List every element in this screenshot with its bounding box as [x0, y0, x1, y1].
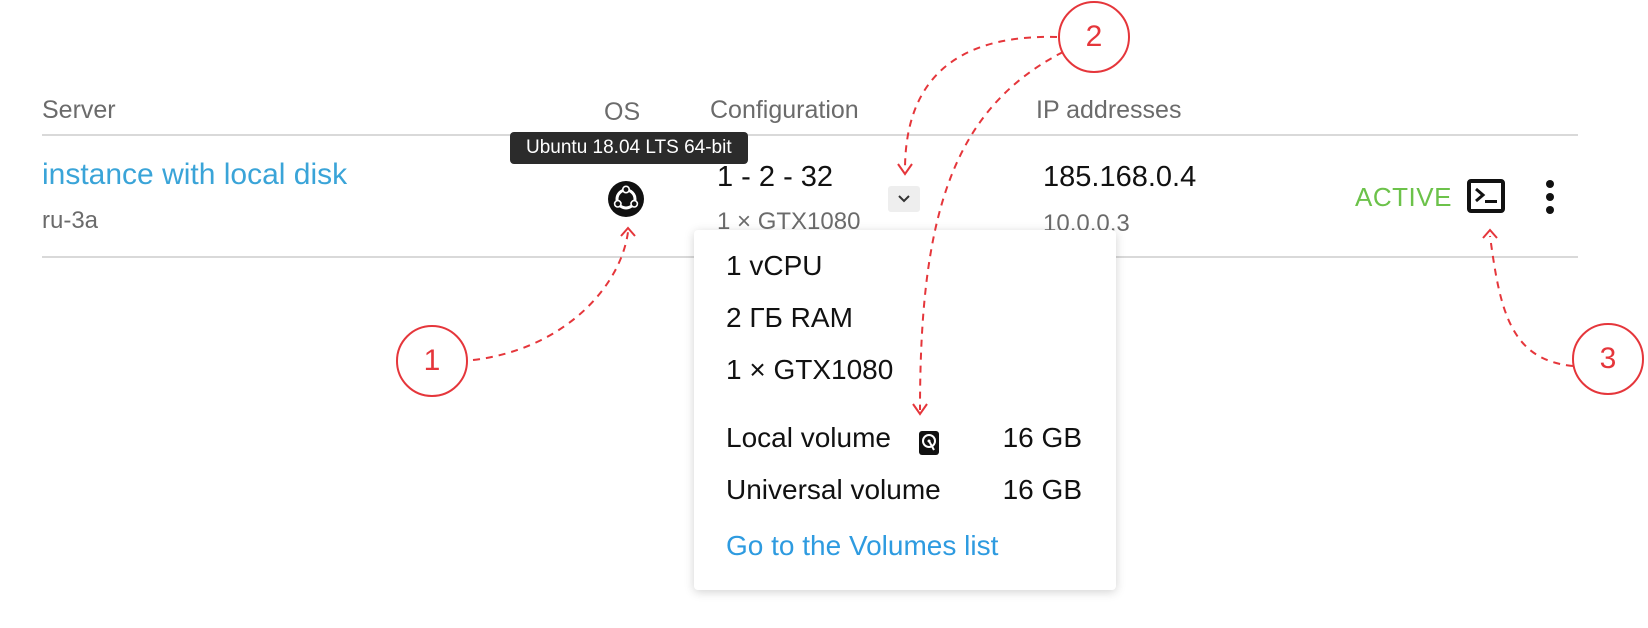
terminal-icon[interactable]: [1467, 179, 1505, 213]
go-to-volumes-list-link[interactable]: Go to the Volumes list: [726, 530, 998, 562]
configuration-expand-button[interactable]: [888, 186, 920, 212]
column-header-configuration: Configuration: [710, 96, 859, 124]
os-tooltip: Ubuntu 18.04 LTS 64-bit: [510, 132, 748, 164]
dropdown-local-volume-label: Local volume: [726, 422, 891, 453]
ubuntu-logo-icon[interactable]: [608, 181, 644, 217]
ip-primary: 185.168.0.4: [1043, 161, 1197, 193]
annotation-callout-2: 2: [1058, 1, 1130, 73]
more-vertical-icon[interactable]: [1538, 178, 1562, 216]
dropdown-ram: 2 ГБ RAM: [726, 302, 853, 333]
column-header-server: Server: [42, 96, 116, 124]
annotation-callout-3: 3: [1572, 323, 1644, 395]
configuration-dropdown: 1 vCPU 2 ГБ RAM 1 × GTX1080 Local volume…: [694, 230, 1116, 590]
dropdown-universal-volume-label: Universal volume: [726, 474, 941, 505]
configuration-summary: 1 - 2 - 32: [717, 161, 834, 193]
column-header-os: OS: [604, 98, 641, 126]
dropdown-universal-volume-value: 16 GB: [1002, 474, 1082, 505]
server-region: ru-3a: [42, 207, 99, 234]
dropdown-vcpu: 1 vCPU: [726, 250, 823, 281]
status-badge: ACTIVE: [1355, 182, 1452, 212]
hard-disk-icon: [918, 430, 940, 456]
chevron-down-icon: [898, 195, 910, 203]
dropdown-local-volume-value: 16 GB: [1002, 422, 1082, 453]
server-name-link[interactable]: instance with local disk: [42, 158, 347, 192]
column-header-ip-addresses: IP addresses: [1036, 96, 1182, 124]
annotation-callout-1: 1: [396, 325, 468, 397]
header-divider: [42, 134, 1578, 136]
dropdown-gpu: 1 × GTX1080: [726, 354, 894, 385]
